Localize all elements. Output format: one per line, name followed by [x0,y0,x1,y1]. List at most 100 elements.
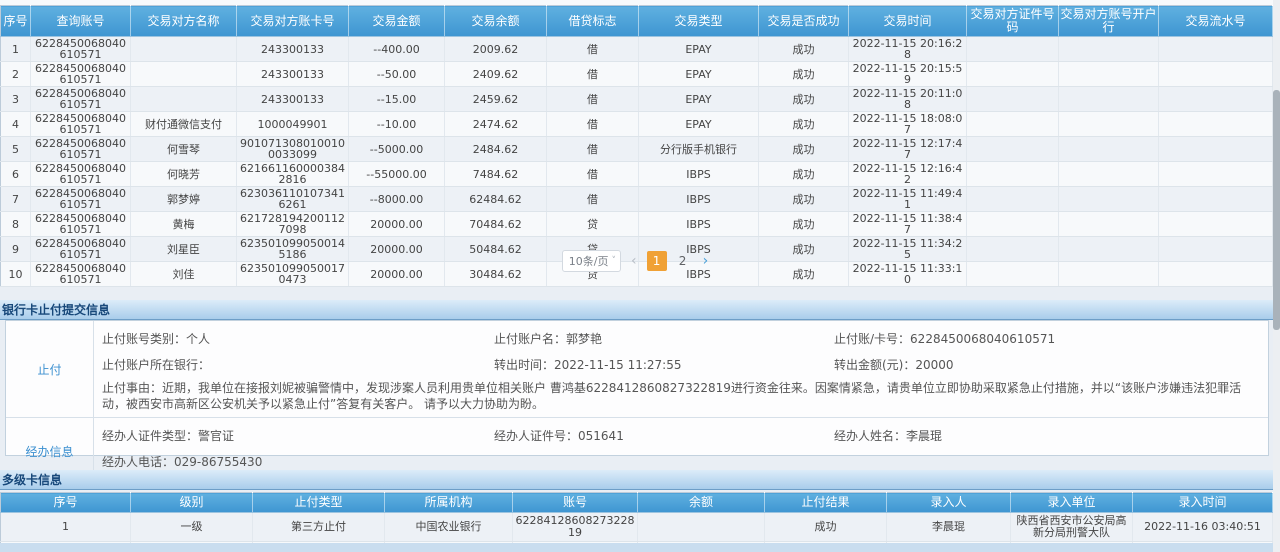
transactions-table: 序号查询账号交易对方名称交易对方账卡号交易金额交易余额借贷标志交易类型交易是否成… [0,5,1273,287]
table-cell: 成功 [759,87,849,112]
group-label-zhifu: 止付 [6,321,94,417]
pagination-bar: 10条/页 ˅ ‹ 12 › [0,248,1272,274]
table-cell: 成功 [759,162,849,187]
prev-page-button[interactable]: ‹ [629,253,639,269]
table-cell: 2459.62 [445,87,547,112]
column-header: 序号 [1,6,31,37]
table-cell: 6228450068040610571 [31,87,131,112]
table-cell [1159,87,1273,112]
table-cell [1159,162,1273,187]
table-cell: 分行版手机银行 [639,137,759,162]
page-number-button[interactable]: 1 [647,251,667,271]
column-header: 交易对方名称 [131,6,237,37]
table-cell [638,513,765,542]
table-cell: 6228450068040610571 [31,212,131,237]
table-cell: EPAY [639,62,759,87]
vertical-scrollbar[interactable] [1273,0,1280,552]
table-cell: 6228450068040610571 [31,62,131,87]
table-cell [1059,62,1159,87]
table-cell [967,187,1059,212]
table-cell [1159,212,1273,237]
column-header: 序号 [1,493,131,513]
field-account-type: 止付账号类别：个人 [102,330,494,347]
field-account-name: 止付账户名：郭梦艳 [494,330,834,347]
table-cell: 6228450068040610571 [31,137,131,162]
table-cell: 成功 [765,513,887,542]
table-cell: EPAY [639,112,759,137]
column-header: 止付结果 [765,493,887,513]
table-cell: 何晓芳 [131,162,237,187]
table-cell: --5000.00 [349,137,445,162]
column-header: 止付类型 [253,493,385,513]
table-cell: 6217281942001127098 [237,212,349,237]
table-cell: 2022-11-15 20:11:08 [849,87,967,112]
column-header: 交易是否成功 [759,6,849,37]
table-cell: 6228450068040610571 [31,162,131,187]
table-cell: 借 [547,137,639,162]
table-cell: 1 [1,37,31,62]
table-cell [967,37,1059,62]
table-cell: 2022-11-15 11:49:41 [849,187,967,212]
column-header: 交易对方账号开户行 [1059,6,1159,37]
multi-card-header-row: 序号级别止付类型所属机构账号余额止付结果录入人录入单位录入时间 [1,493,1273,513]
column-header: 录入时间 [1133,493,1273,513]
table-cell: 4 [1,112,31,137]
page-size-select[interactable]: 10条/页 ˅ [562,250,621,272]
column-header: 交易对方账卡号 [237,6,349,37]
table-cell: IBPS [639,187,759,212]
scrollbar-thumb[interactable] [1273,90,1280,330]
column-header: 交易余额 [445,6,547,37]
table-cell: 1 [1,513,131,542]
table-row: 46228450068040610571财付通微信支付1000049901--1… [1,112,1273,137]
table-cell [1059,187,1159,212]
table-cell: 借 [547,162,639,187]
table-cell [1059,37,1159,62]
table-cell [967,62,1059,87]
table-cell: 借 [547,112,639,137]
table-cell [1059,87,1159,112]
table-cell [967,112,1059,137]
stop-payment-section-title: 银行卡止付提交信息 [0,300,1273,320]
table-cell: 2022-11-15 12:17:47 [849,137,967,162]
table-row: 36228450068040610571243300133--15.002459… [1,87,1273,112]
table-cell [1159,37,1273,62]
table-cell: 6230361101073416261 [237,187,349,212]
page-number-button[interactable]: 2 [673,251,693,271]
table-cell: 成功 [759,62,849,87]
table-cell: 借 [547,37,639,62]
table-row: 76228450068040610571郭梦婷62303611010734162… [1,187,1273,212]
next-page-button[interactable]: › [701,253,711,269]
table-cell: 6228450068040610571 [31,37,131,62]
table-row: 86228450068040610571黄梅621728194200112709… [1,212,1273,237]
table-cell: 贷 [547,212,639,237]
table-row: 26228450068040610571243300133--50.002409… [1,62,1273,87]
stop-payment-box: 止付 止付账号类别：个人 止付账户名：郭梦艳 止付账/卡号：6228450068… [5,320,1269,456]
table-cell: EPAY [639,37,759,62]
table-cell: 243300133 [237,37,349,62]
column-header: 录入单位 [1011,493,1133,513]
table-cell: 郭梦婷 [131,187,237,212]
table-cell: 借 [547,187,639,212]
table-cell: --8000.00 [349,187,445,212]
transactions-header-row: 序号查询账号交易对方名称交易对方账卡号交易金额交易余额借贷标志交易类型交易是否成… [1,6,1273,37]
table-cell: 1000049901 [237,112,349,137]
table-cell: 成功 [759,37,849,62]
field-transfer-amount: 转出金额(元)：20000 [834,356,1268,373]
table-cell: 9010713080100100033099 [237,137,349,162]
table-cell: 62484.62 [445,187,547,212]
table-cell: --15.00 [349,87,445,112]
table-cell: 3 [1,87,31,112]
field-agent-cert-no: 经办人证件号：051641 [494,427,834,444]
table-cell: 成功 [759,212,849,237]
page-size-label: 10条/页 [569,253,609,269]
table-cell [967,137,1059,162]
column-header: 交易时间 [849,6,967,37]
table-cell [1059,137,1159,162]
table-cell [1159,62,1273,87]
field-bank: 止付账户所在银行： [102,356,494,373]
table-cell: 6228450068040610571 [31,112,131,137]
table-cell: 2009.62 [445,37,547,62]
table-cell: 8 [1,212,31,237]
multi-card-section-title: 多级卡信息 [0,470,1273,490]
table-cell: 财付通微信支付 [131,112,237,137]
